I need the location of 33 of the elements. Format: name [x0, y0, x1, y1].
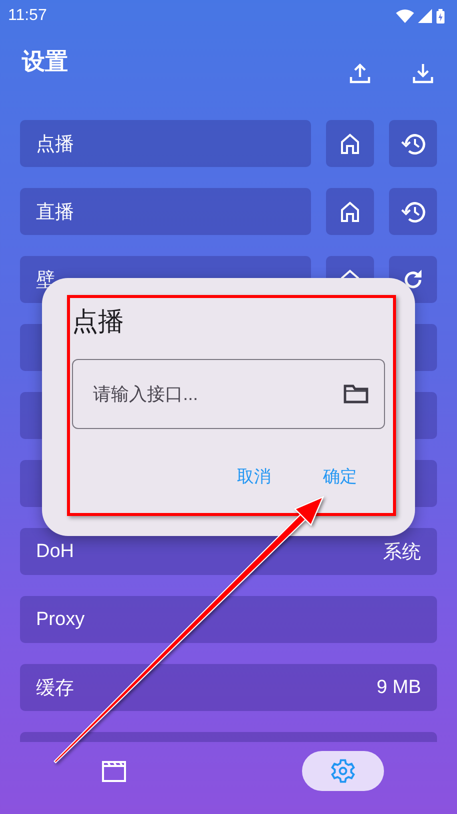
row-label: DoH: [36, 540, 74, 562]
upload-icon[interactable]: [349, 62, 371, 84]
history-button[interactable]: [389, 120, 437, 167]
folder-icon[interactable]: [343, 383, 369, 405]
status-time: 11:57: [8, 7, 47, 25]
home-button[interactable]: [326, 120, 374, 167]
page-title: 设置: [22, 46, 68, 76]
row-label: 缓存: [36, 676, 74, 700]
row-label: 壁: [36, 268, 55, 292]
signal-icon: [418, 9, 432, 23]
clapperboard-icon: [101, 759, 128, 783]
input-field[interactable]: 请输入接口...: [72, 359, 385, 429]
home-button[interactable]: [326, 188, 374, 235]
settings-icon: [330, 758, 356, 784]
settings-row[interactable]: 点播: [20, 120, 311, 167]
home-icon: [339, 132, 361, 154]
settings-row[interactable]: 缓存 9 MB: [20, 664, 437, 711]
row-label: Proxy: [36, 608, 85, 630]
history-button[interactable]: [389, 188, 437, 235]
battery-icon: [436, 8, 445, 24]
settings-row[interactable]: Proxy: [20, 596, 437, 643]
dialog-title: 点播: [72, 305, 124, 338]
home-icon: [339, 200, 361, 222]
settings-tab[interactable]: [302, 751, 384, 791]
row-value: 系统: [383, 540, 421, 564]
history-icon: [400, 132, 426, 156]
row-value: 9 MB: [376, 676, 421, 698]
history-icon: [400, 200, 426, 224]
row-label: 直播: [36, 200, 74, 224]
settings-row[interactable]: 直播: [20, 188, 311, 235]
wifi-icon: [396, 9, 414, 23]
download-icon[interactable]: [412, 62, 434, 84]
row-label: 点播: [36, 132, 74, 156]
